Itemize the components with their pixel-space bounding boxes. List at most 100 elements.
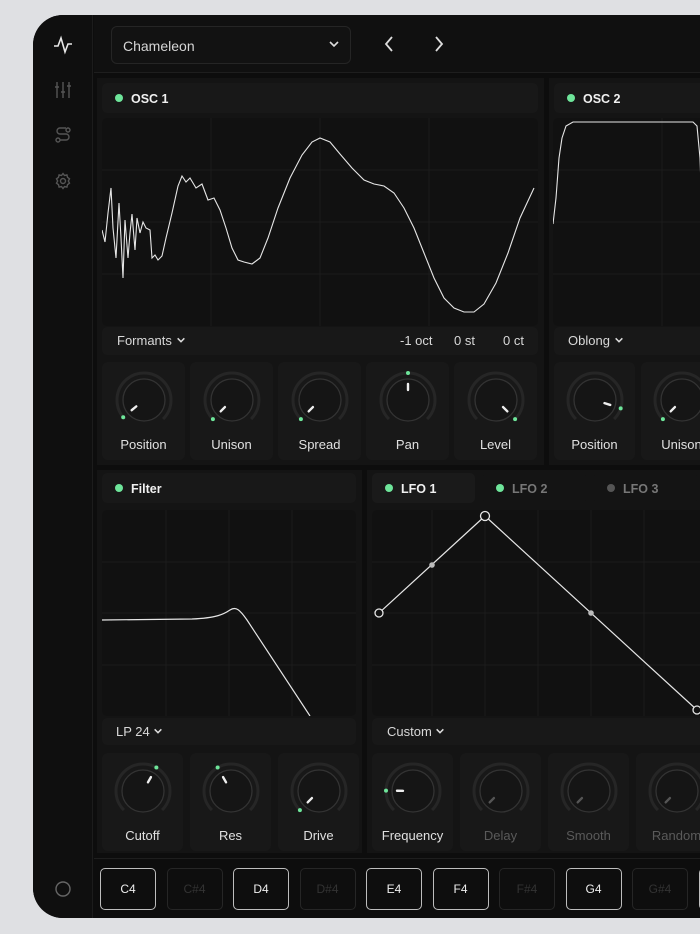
osc2-header[interactable]: OSC 2 [554, 83, 700, 113]
osc1-footer: Formants -1 oct 0 st 0 ct [102, 327, 538, 355]
knob-dial-icon[interactable] [559, 761, 619, 821]
knob-pan[interactable]: Pan [366, 362, 449, 460]
lfo-node[interactable] [479, 510, 491, 522]
knob-dial-icon[interactable] [378, 370, 438, 430]
osc1-enabled-dot[interactable] [115, 94, 123, 102]
tab-lfo-1[interactable]: LFO 1 [372, 473, 475, 503]
waveform-icon[interactable] [51, 33, 75, 57]
lfo-shape-editor[interactable] [372, 510, 700, 716]
knob-unison[interactable]: Unison [641, 362, 700, 460]
knob-label: Pan [395, 437, 420, 452]
key-gsharp4[interactable]: G#4 [632, 868, 688, 910]
knob-frequency[interactable]: Frequency [372, 753, 453, 851]
lfo-node[interactable] [374, 608, 384, 618]
key-csharp4[interactable]: C#4 [166, 868, 223, 910]
knob-spread[interactable]: Spread [278, 362, 361, 460]
filter-header[interactable]: Filter [102, 473, 356, 503]
osc1-waveform-display [102, 118, 538, 326]
osc2-enabled-dot[interactable] [567, 94, 575, 102]
key-d4[interactable]: D4 [233, 868, 289, 910]
tab-lfo-2[interactable]: LFO 2 [483, 473, 586, 503]
status-circle-icon[interactable] [51, 877, 75, 901]
chevron-down-icon [614, 337, 623, 343]
tab-label: LFO 1 [401, 482, 437, 496]
knob-dial-icon[interactable] [290, 370, 350, 430]
settings-gear-icon[interactable] [51, 169, 75, 193]
key-g4[interactable]: G4 [565, 868, 622, 910]
lfo-curve-handle[interactable] [588, 610, 594, 616]
osc2-wavetable-dropdown[interactable]: Oblong [568, 333, 624, 348]
osc1-section: OSC 1 Formants -1 oct 0 st 0 ct Position… [97, 78, 544, 465]
knob-dial-icon[interactable] [565, 370, 625, 430]
lfo-enabled-dot[interactable] [607, 484, 615, 492]
lfo-shape-dropdown[interactable]: Custom [387, 724, 445, 739]
osc2-footer: Oblong [554, 327, 700, 355]
next-preset-button[interactable] [429, 34, 449, 54]
osc1-waveform [102, 118, 538, 326]
knob-dial-icon[interactable] [647, 761, 700, 821]
lfo-curve-handle[interactable] [429, 562, 435, 568]
lfo-footer: Custom [372, 718, 700, 745]
knob-dial-icon[interactable] [383, 761, 443, 821]
previous-preset-button[interactable] [379, 34, 399, 54]
lfo-enabled-dot[interactable] [496, 484, 504, 492]
lfo-section: LFO 1 LFO 2 LFO 3 Custom Frequency Delay S… [367, 470, 700, 853]
knob-smooth[interactable]: Smooth [548, 753, 629, 851]
knob-label: Drive [303, 828, 334, 843]
mixer-sliders-icon[interactable] [51, 78, 75, 102]
knob-label: Frequency [381, 828, 444, 843]
chevron-down-icon [154, 728, 163, 734]
knob-label: Spread [298, 437, 341, 452]
knob-res[interactable]: Res [190, 753, 271, 851]
top-bar: Chameleon [94, 15, 700, 73]
knob-label: Cutoff [125, 828, 160, 843]
preset-name: Chameleon [123, 38, 195, 54]
synth-window: Chameleon OSC 1 Formants -1 oct 0 st 0 c… [33, 15, 700, 918]
knob-cutoff[interactable]: Cutoff [102, 753, 183, 851]
knob-drive[interactable]: Drive [278, 753, 359, 851]
knob-dial-icon[interactable] [471, 761, 531, 821]
knob-position[interactable]: Position [102, 362, 185, 460]
lfo-node[interactable] [692, 705, 700, 715]
key-f4[interactable]: F4 [432, 868, 489, 910]
filter-section: Filter LP 24 Cutoff Res Drive [97, 470, 362, 853]
knob-dial-icon[interactable] [201, 761, 261, 821]
filter-type-dropdown[interactable]: LP 24 [116, 724, 163, 739]
osc1-cents[interactable]: 0 ct [503, 333, 524, 348]
filter-enabled-dot[interactable] [115, 484, 123, 492]
osc1-octave[interactable]: -1 oct [400, 333, 433, 348]
osc1-semitone[interactable]: 0 st [454, 333, 475, 348]
knob-dial-icon[interactable] [289, 761, 349, 821]
tab-lfo-3[interactable]: LFO 3 [594, 473, 697, 503]
routing-icon[interactable] [51, 123, 75, 147]
osc1-header[interactable]: OSC 1 [102, 83, 538, 113]
key-fsharp4[interactable]: F#4 [499, 868, 555, 910]
knob-label: Random [651, 828, 700, 843]
key-dsharp4[interactable]: D#4 [299, 868, 356, 910]
osc1-title: OSC 1 [131, 92, 169, 106]
lfo-curve[interactable] [372, 510, 700, 716]
key-c4[interactable]: C4 [100, 868, 156, 910]
knob-label: Level [479, 437, 512, 452]
lfo-enabled-dot[interactable] [385, 484, 393, 492]
knob-random[interactable]: Random [636, 753, 700, 851]
tab-label: LFO 2 [512, 482, 548, 496]
key-e4[interactable]: E4 [366, 868, 422, 910]
knob-dial-icon[interactable] [202, 370, 262, 430]
osc2-waveform-display [553, 118, 700, 326]
knob-position[interactable]: Position [554, 362, 635, 460]
knob-dial-icon[interactable] [652, 370, 700, 430]
divider [94, 858, 700, 859]
knob-level[interactable]: Level [454, 362, 537, 460]
knob-dial-icon[interactable] [113, 761, 173, 821]
knob-dial-icon[interactable] [114, 370, 174, 430]
knob-label: Res [218, 828, 243, 843]
filter-curve [102, 510, 356, 716]
knob-dial-icon[interactable] [466, 370, 526, 430]
osc2-title: OSC 2 [583, 92, 621, 106]
preset-dropdown[interactable]: Chameleon [111, 26, 351, 64]
knob-label: Position [120, 437, 167, 452]
osc1-wavetable-dropdown[interactable]: Formants [117, 333, 186, 348]
knob-unison[interactable]: Unison [190, 362, 273, 460]
knob-delay[interactable]: Delay [460, 753, 541, 851]
